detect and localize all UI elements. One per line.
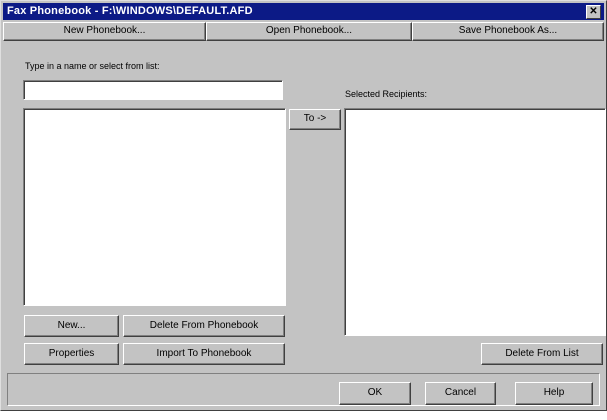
new-phonebook-button[interactable]: New Phonebook...	[3, 22, 206, 41]
delete-from-phonebook-button[interactable]: Delete From Phonebook	[123, 315, 285, 337]
to-label: To ->	[303, 113, 327, 124]
delete-from-phonebook-label: Delete From Phonebook	[149, 320, 259, 331]
open-phonebook-button[interactable]: Open Phonebook...	[206, 22, 412, 41]
window-title: Fax Phonebook - F:\WINDOWS\DEFAULT.AFD	[7, 5, 253, 17]
footer-panel	[7, 373, 600, 406]
delete-from-list-label: Delete From List	[505, 348, 579, 359]
selected-recipients-label: Selected Recipients:	[345, 89, 428, 99]
ok-button[interactable]: OK	[339, 382, 411, 405]
import-to-phonebook-label: Import To Phonebook	[156, 348, 252, 359]
title-bar[interactable]: Fax Phonebook - F:\WINDOWS\DEFAULT.AFD ✕	[3, 3, 604, 20]
new-entry-button[interactable]: New...	[24, 315, 119, 337]
ok-label: OK	[367, 387, 383, 398]
cancel-button[interactable]: Cancel	[425, 382, 496, 405]
save-phonebook-as-button[interactable]: Save Phonebook As...	[412, 22, 604, 41]
selected-recipients-list[interactable]	[344, 108, 606, 336]
properties-label: Properties	[48, 348, 95, 359]
help-button[interactable]: Help	[515, 382, 593, 405]
properties-button[interactable]: Properties	[24, 343, 119, 365]
open-phonebook-label: Open Phonebook...	[265, 25, 353, 36]
new-entry-label: New...	[57, 320, 86, 331]
fax-phonebook-window: Fax Phonebook - F:\WINDOWS\DEFAULT.AFD ✕…	[0, 0, 607, 411]
save-phonebook-as-label: Save Phonebook As...	[458, 25, 558, 36]
phonebook-list[interactable]	[23, 108, 286, 306]
delete-from-list-button[interactable]: Delete From List	[481, 343, 603, 365]
to-button[interactable]: To ->	[289, 109, 341, 130]
close-icon[interactable]: ✕	[586, 5, 601, 19]
name-input[interactable]	[23, 80, 283, 100]
help-label: Help	[543, 387, 565, 398]
name-prompt-label: Type in a name or select from list:	[25, 61, 160, 71]
new-phonebook-label: New Phonebook...	[63, 25, 146, 36]
import-to-phonebook-button[interactable]: Import To Phonebook	[123, 343, 285, 365]
cancel-label: Cancel	[444, 387, 477, 398]
